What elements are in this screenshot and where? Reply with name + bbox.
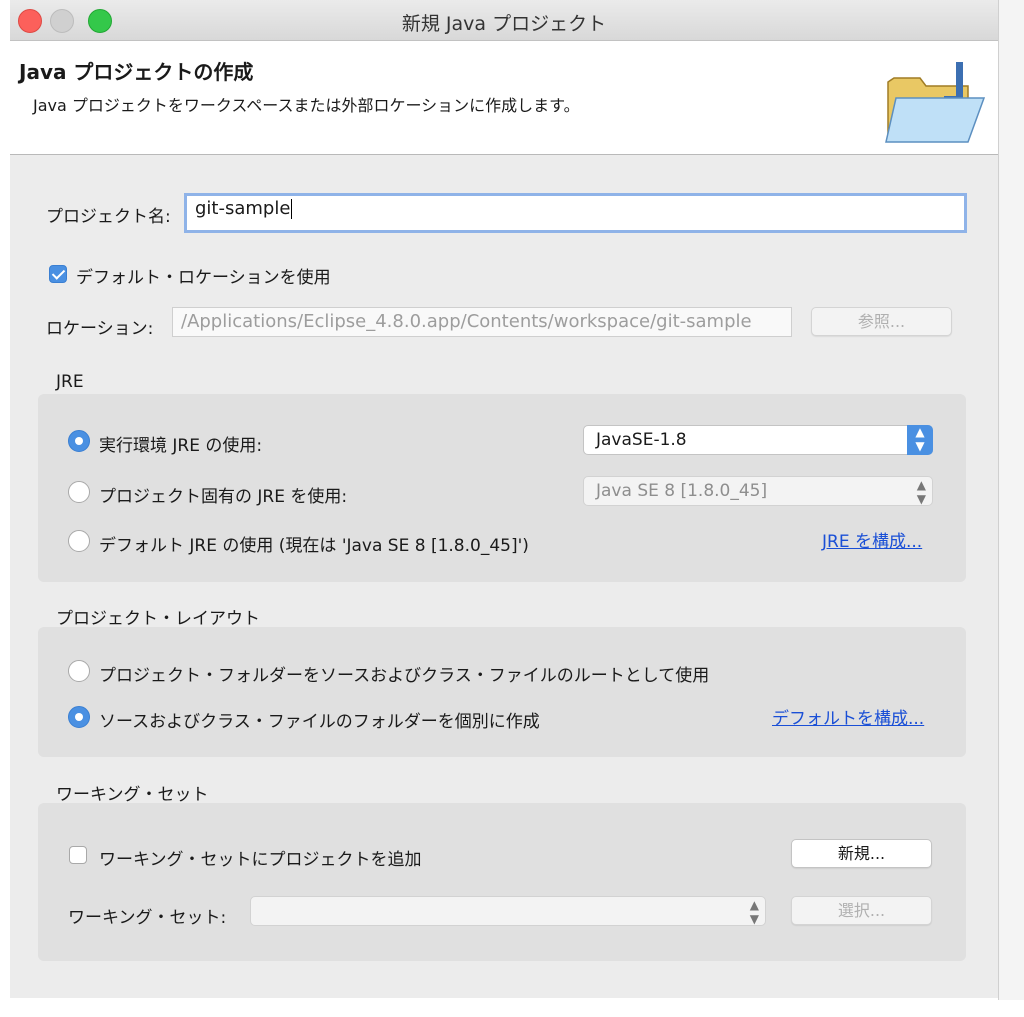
execution-environment-select[interactable]: JavaSE-1.8 ▲ ▼ bbox=[583, 425, 933, 455]
working-set-group-title: ワーキング・セット bbox=[56, 785, 209, 805]
configure-jre-link[interactable]: JRE を構成... bbox=[822, 527, 922, 552]
browse-button[interactable]: 参照... bbox=[811, 307, 952, 336]
text-caret bbox=[291, 199, 293, 219]
chevron-updown-icon: ▲ ▼ bbox=[749, 898, 759, 926]
layout-root-label: プロジェクト・フォルダーをソースおよびクラス・ファイルのルートとして使用 bbox=[99, 666, 710, 686]
layout-root-radio[interactable] bbox=[68, 660, 90, 682]
jre-env-label: 実行環境 JRE の使用: bbox=[99, 436, 263, 456]
jre-env-radio[interactable] bbox=[68, 430, 90, 452]
background-window-edge bbox=[998, 0, 1024, 1000]
default-location-checkbox[interactable] bbox=[49, 265, 67, 283]
add-working-set-checkbox[interactable] bbox=[69, 846, 87, 864]
configure-default-link[interactable]: デフォルトを構成... bbox=[772, 704, 924, 729]
layout-separate-radio[interactable] bbox=[68, 706, 90, 728]
chevron-updown-icon: ▲ ▼ bbox=[916, 478, 926, 506]
working-set-group bbox=[38, 803, 966, 961]
java-project-folder-icon bbox=[885, 62, 986, 143]
title-bar: 新規 Java プロジェクト bbox=[10, 0, 998, 41]
project-jre-value: Java SE 8 [1.8.0_45] bbox=[596, 481, 768, 501]
wizard-header: Java プロジェクトの作成 Java プロジェクトをワークスペースまたは外部ロ… bbox=[10, 41, 998, 155]
project-name-input[interactable]: git-sample bbox=[184, 193, 967, 233]
default-location-label: デフォルト・ロケーションを使用 bbox=[76, 268, 331, 288]
working-set-select[interactable]: ▲ ▼ bbox=[250, 896, 766, 926]
page-title: Java プロジェクトの作成 bbox=[19, 60, 254, 84]
new-working-set-button[interactable]: 新規... bbox=[791, 839, 932, 868]
jre-default-radio[interactable] bbox=[68, 530, 90, 552]
project-name-label: プロジェクト名: bbox=[46, 207, 171, 227]
layout-group-title: プロジェクト・レイアウト bbox=[56, 609, 260, 629]
working-set-label: ワーキング・セット: bbox=[68, 908, 227, 928]
jre-project-label: プロジェクト固有の JRE を使用: bbox=[99, 487, 348, 507]
select-working-set-button[interactable]: 選択... bbox=[791, 896, 932, 925]
jre-project-radio[interactable] bbox=[68, 481, 90, 503]
chevron-updown-icon: ▲ ▼ bbox=[907, 425, 933, 455]
layout-separate-label: ソースおよびクラス・ファイルのフォルダーを個別に作成 bbox=[99, 712, 540, 732]
page-description: Java プロジェクトをワークスペースまたは外部ロケーションに作成します。 bbox=[33, 96, 580, 115]
location-input[interactable]: /Applications/Eclipse_4.8.0.app/Contents… bbox=[172, 307, 792, 337]
new-java-project-dialog: 新規 Java プロジェクト Java プロジェクトの作成 Java プロジェク… bbox=[10, 0, 998, 998]
project-jre-select[interactable]: Java SE 8 [1.8.0_45] ▲ ▼ bbox=[583, 476, 933, 506]
location-label: ロケーション: bbox=[46, 319, 154, 339]
jre-group-title: JRE bbox=[56, 372, 84, 392]
execution-environment-value: JavaSE-1.8 bbox=[596, 430, 687, 450]
project-name-value: git-sample bbox=[195, 198, 291, 219]
window-title: 新規 Java プロジェクト bbox=[401, 13, 607, 35]
add-working-set-label: ワーキング・セットにプロジェクトを追加 bbox=[99, 850, 422, 870]
jre-default-label: デフォルト JRE の使用 (現在は 'Java SE 8 [1.8.0_45]… bbox=[99, 536, 529, 556]
layout-group bbox=[38, 627, 966, 757]
